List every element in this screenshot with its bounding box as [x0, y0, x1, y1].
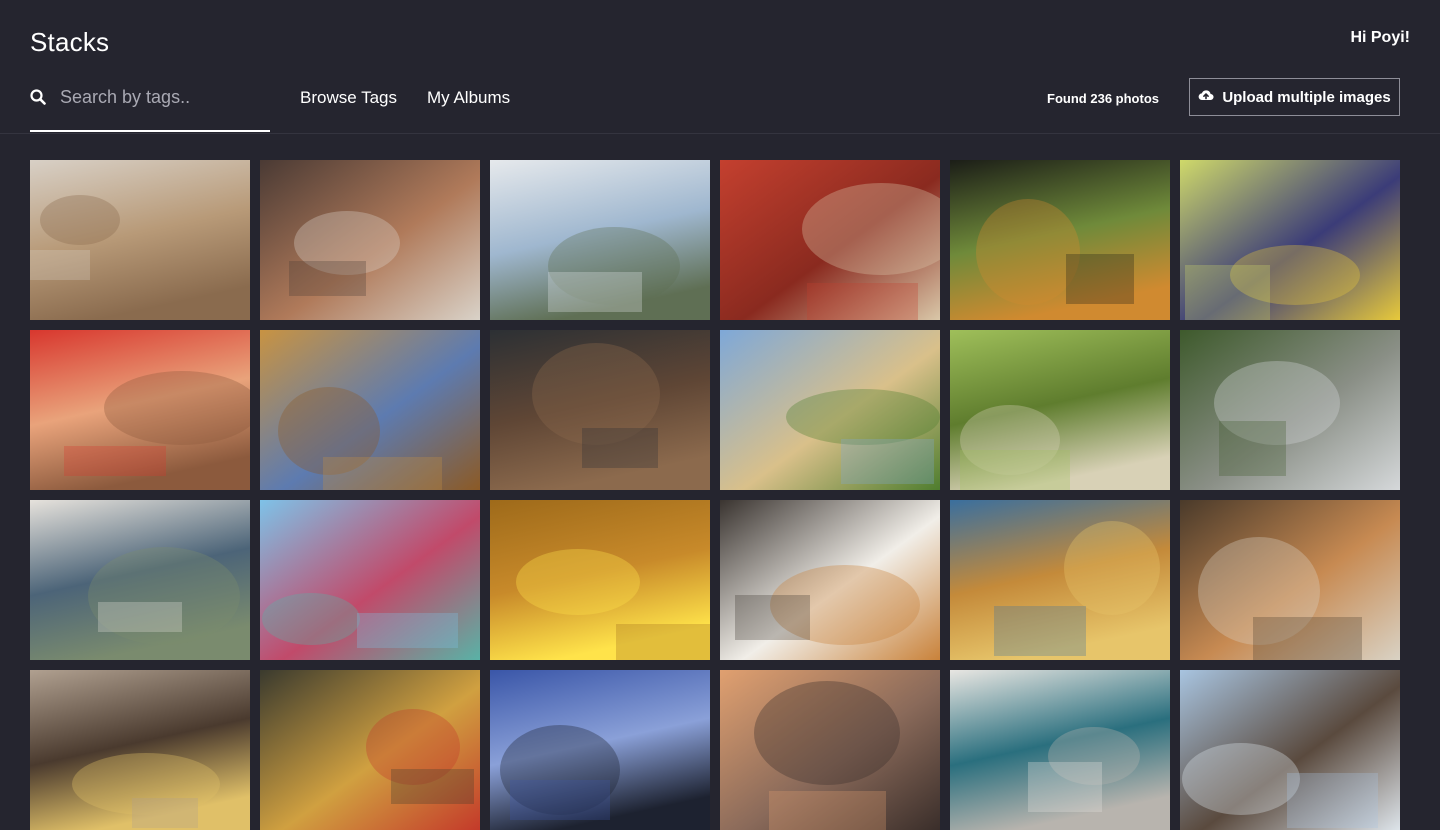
photo-image: [30, 160, 250, 320]
photo-image: [1180, 500, 1400, 660]
photo-tile-greenhouse-window[interactable]: [950, 160, 1170, 320]
photo-image: [260, 330, 480, 490]
photo-image: [950, 160, 1170, 320]
photo-image: [30, 500, 250, 660]
photo-image: [720, 160, 940, 320]
photo-tile-gallery-dome[interactable]: [260, 330, 480, 490]
photo-tile-water-lilies-mural[interactable]: [30, 500, 250, 660]
photo-image: [950, 670, 1170, 830]
photo-tile-chateau-garden[interactable]: [720, 330, 940, 490]
photo-tile-tree-lined-path[interactable]: [950, 330, 1170, 490]
photo-tile-sunset-trees[interactable]: [490, 670, 710, 830]
photo-image: [30, 670, 250, 830]
photo-tile-cafe-window[interactable]: [30, 670, 250, 830]
photo-image: [260, 500, 480, 660]
photo-image: [490, 670, 710, 830]
photo-image: [490, 330, 710, 490]
results-count: Found 236 photos: [1047, 91, 1159, 106]
upload-multiple-button[interactable]: Upload multiple images: [1189, 78, 1400, 116]
top-header: Stacks Hi Poyi! Browse Tags My Albums Fo…: [0, 0, 1440, 134]
photo-image: [950, 500, 1170, 660]
my-albums-link[interactable]: My Albums: [427, 88, 510, 108]
search-icon: [30, 88, 48, 106]
photo-tile-green-wall-building[interactable]: [1180, 330, 1400, 490]
photo-tile-canal-beers[interactable]: [950, 500, 1170, 660]
photo-image: [30, 330, 250, 490]
photo-tile-tunnel-light[interactable]: [490, 500, 710, 660]
photo-tile-tin-cans[interactable]: [260, 670, 480, 830]
browse-tags-link[interactable]: Browse Tags: [300, 88, 397, 108]
search-bar[interactable]: [30, 78, 270, 132]
photo-tile-blue-door[interactable]: [950, 670, 1170, 830]
photo-tile-glass-sail-building[interactable]: [260, 500, 480, 660]
photo-tile-hotel-bedroom[interactable]: [30, 160, 250, 320]
photo-tile-wine-cellar-dining[interactable]: [1180, 500, 1400, 660]
app-logo[interactable]: Stacks: [30, 27, 109, 58]
photo-tile-fruit-market-grapes[interactable]: [1180, 160, 1400, 320]
photo-image: [260, 670, 480, 830]
photo-image: [1180, 330, 1400, 490]
cloud-upload-icon: [1198, 88, 1214, 106]
user-greeting[interactable]: Hi Poyi!: [1350, 29, 1410, 47]
photo-tile-balcony-church-view[interactable]: [490, 160, 710, 320]
search-input[interactable]: [60, 86, 250, 108]
photo-image: [1180, 670, 1400, 830]
photo-tile-macarons-box[interactable]: [30, 330, 250, 490]
photo-image: [720, 330, 940, 490]
photo-tile-hotel-loft-room[interactable]: [260, 160, 480, 320]
photo-tile-holybelly-pancakes[interactable]: [720, 500, 940, 660]
photo-image: [950, 330, 1170, 490]
photo-image: [720, 500, 940, 660]
photo-tile-bare-trees-sky[interactable]: [1180, 670, 1400, 830]
photo-image: [260, 160, 480, 320]
photo-tile-notre-dame-sunset[interactable]: [720, 670, 940, 830]
main-nav: Browse Tags My Albums: [300, 88, 510, 108]
photo-image: [720, 670, 940, 830]
photo-image: [490, 500, 710, 660]
photo-image: [490, 160, 710, 320]
photo-tile-red-wall-console[interactable]: [720, 160, 940, 320]
photo-image: [1180, 160, 1400, 320]
upload-button-label: Upload multiple images: [1222, 88, 1391, 106]
photo-tile-shoe-shop[interactable]: [490, 330, 710, 490]
